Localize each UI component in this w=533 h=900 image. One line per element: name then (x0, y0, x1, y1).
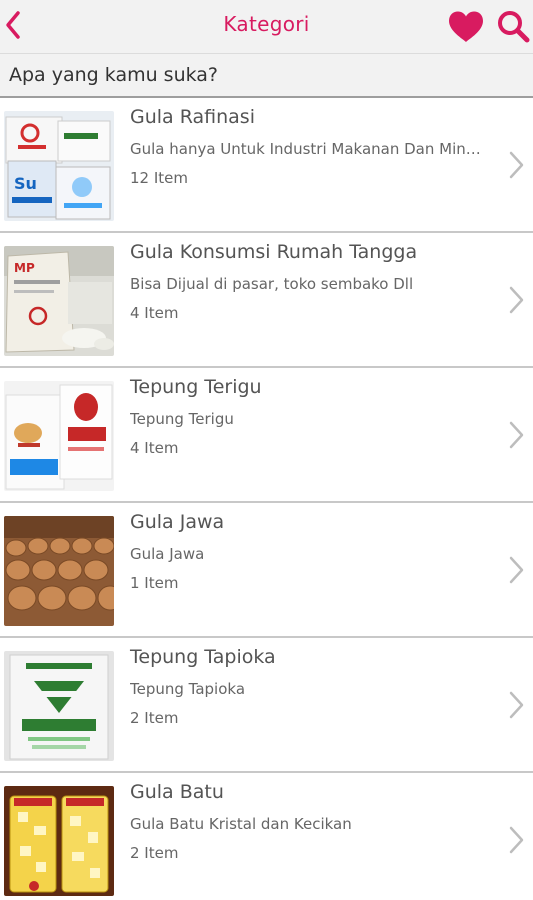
app-screen: Kategori Apa yang kamu suka? Su Gula Raf… (0, 0, 533, 900)
category-title: Gula Jawa (130, 511, 225, 533)
prompt-text: Apa yang kamu suka? (9, 64, 219, 86)
category-item-count: 2 Item (130, 709, 179, 727)
category-thumbnail (4, 651, 114, 761)
search-icon (498, 11, 530, 43)
category-description: Tepung Terigu (130, 410, 234, 428)
category-description: Gula hanya Untuk Industri Makanan Dan Mi… (130, 140, 482, 158)
heart-icon (449, 11, 483, 42)
category-thumbnail: Su (4, 111, 114, 221)
category-item-count: 4 Item (130, 304, 179, 322)
search-button[interactable] (494, 7, 532, 45)
svg-text:MP: MP (14, 261, 35, 275)
favorites-button[interactable] (447, 8, 485, 46)
category-description: Bisa Dijual di pasar, toko sembako Dll (130, 275, 414, 293)
chevron-right-icon (509, 151, 524, 179)
category-title: Tepung Terigu (130, 376, 262, 398)
category-thumbnail: MP (4, 246, 114, 356)
category-title: Gula Batu (130, 781, 224, 803)
category-item-count: 2 Item (130, 844, 179, 862)
category-row-tepung-terigu[interactable]: Tepung Terigu Tepung Terigu 4 Item (0, 368, 533, 503)
chevron-right-icon (509, 421, 524, 449)
category-row-gula-batu[interactable]: Gula Batu Gula Batu Kristal dan Kecikan … (0, 773, 533, 900)
chevron-right-icon (509, 691, 524, 719)
top-app-bar: Kategori (0, 0, 533, 54)
category-item-count: 12 Item (130, 169, 189, 187)
category-thumbnail (4, 381, 114, 491)
chevron-right-icon (509, 556, 524, 584)
category-thumbnail (4, 786, 114, 896)
back-button[interactable] (0, 6, 26, 44)
category-list: Su Gula Rafinasi Gula hanya Untuk Indust… (0, 98, 533, 900)
svg-text:Su: Su (14, 174, 37, 193)
category-description: Gula Jawa (130, 545, 205, 563)
category-title: Gula Rafinasi (130, 106, 255, 128)
prompt-bar: Apa yang kamu suka? (0, 54, 533, 98)
category-description: Tepung Tapioka (130, 680, 246, 698)
category-item-count: 1 Item (130, 574, 179, 592)
chevron-right-icon (509, 826, 524, 854)
category-title: Gula Konsumsi Rumah Tangga (130, 241, 418, 263)
category-row-tepung-tapioka[interactable]: Tepung Tapioka Tepung Tapioka 2 Item (0, 638, 533, 773)
category-row-gula-jawa[interactable]: Gula Jawa Gula Jawa 1 Item (0, 503, 533, 638)
category-thumbnail (4, 516, 114, 626)
category-description: Gula Batu Kristal dan Kecikan (130, 815, 352, 833)
category-item-count: 4 Item (130, 439, 179, 457)
chevron-right-icon (509, 286, 524, 314)
category-row-gula-rafinasi[interactable]: Su Gula Rafinasi Gula hanya Untuk Indust… (0, 98, 533, 233)
category-row-gula-konsumsi[interactable]: MP Gula Konsumsi Rumah Tangga Bisa Dijua… (0, 233, 533, 368)
chevron-left-icon (6, 11, 20, 39)
category-title: Tepung Tapioka (130, 646, 276, 668)
